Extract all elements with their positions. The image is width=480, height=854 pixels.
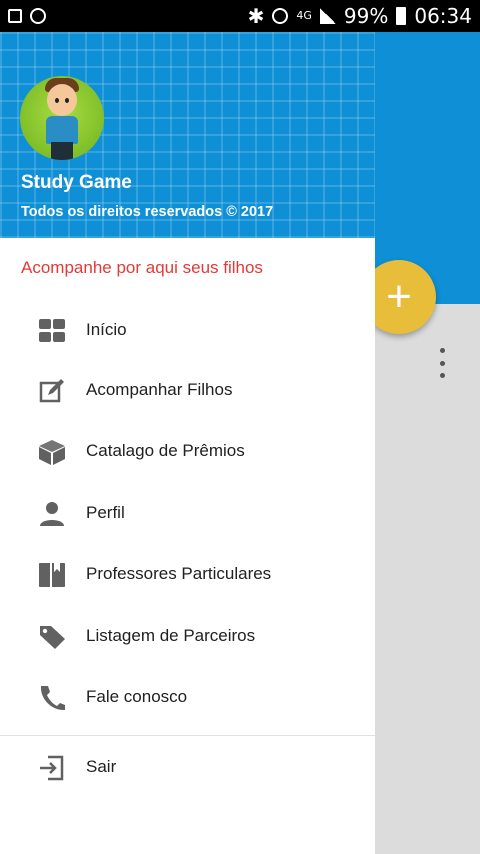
edit-icon	[39, 379, 64, 403]
logout-icon	[40, 755, 64, 781]
menu-item-label: Listagem de Parceiros	[86, 626, 256, 645]
menu-item-acompanhar-filhos[interactable]: Acompanhar Filhos	[0, 364, 375, 416]
network-type: 4G	[296, 9, 312, 22]
menu-item-label: Início	[86, 320, 127, 339]
battery-icon	[396, 7, 407, 25]
screenshot-notification-icon	[8, 9, 22, 23]
menu-item-label: Catalago de Prêmios	[86, 441, 245, 460]
drawer-header: Study Game Todos os direitos reservados …	[0, 32, 375, 238]
app-name: Study Game	[21, 172, 132, 193]
menu-item-label: Acompanhar Filhos	[86, 380, 233, 399]
alarm-icon	[272, 8, 289, 24]
menu-item-sair[interactable]: Sair	[0, 741, 375, 793]
avatar	[20, 76, 104, 160]
person-icon	[40, 502, 64, 526]
status-right: ✱ 4G 99% 06:34	[248, 4, 472, 28]
overflow-menu-icon[interactable]	[434, 348, 450, 378]
menu-item-parceiros[interactable]: Listagem de Parceiros	[0, 610, 375, 662]
menu-item-inicio[interactable]: Início	[0, 304, 375, 356]
clock: 06:34	[414, 4, 472, 28]
box-icon	[39, 440, 65, 465]
menu-item-professores[interactable]: Professores Particulares	[0, 548, 375, 600]
drawer-subtitle: Acompanhe por aqui seus filhos	[21, 258, 263, 277]
menu-item-fale-conosco[interactable]: Fale conosco	[0, 671, 375, 723]
menu-item-catalago-premios[interactable]: Catalago de Prêmios	[0, 425, 375, 477]
menu-item-perfil[interactable]: Perfil	[0, 487, 375, 539]
signal-icon	[319, 8, 336, 24]
phone-icon	[40, 686, 65, 711]
menu-item-label: Perfil	[86, 503, 125, 522]
status-bar: ✱ 4G 99% 06:34	[0, 0, 480, 32]
book-icon	[39, 563, 65, 587]
battery-percent: 99%	[343, 4, 389, 28]
copyright-text: Todos os direitos reservados © 2017	[21, 204, 274, 220]
alarm-notification-icon	[30, 8, 46, 24]
navigation-drawer: Study Game Todos os direitos reservados …	[0, 32, 375, 854]
dashboard-icon	[39, 319, 65, 342]
bluetooth-icon: ✱	[247, 4, 265, 28]
menu-item-label: Sair	[86, 757, 117, 776]
status-left	[8, 8, 46, 24]
drawer-divider	[0, 735, 375, 736]
menu-item-label: Professores Particulares	[86, 564, 272, 583]
tag-icon	[40, 626, 65, 649]
menu-item-label: Fale conosco	[86, 687, 188, 706]
